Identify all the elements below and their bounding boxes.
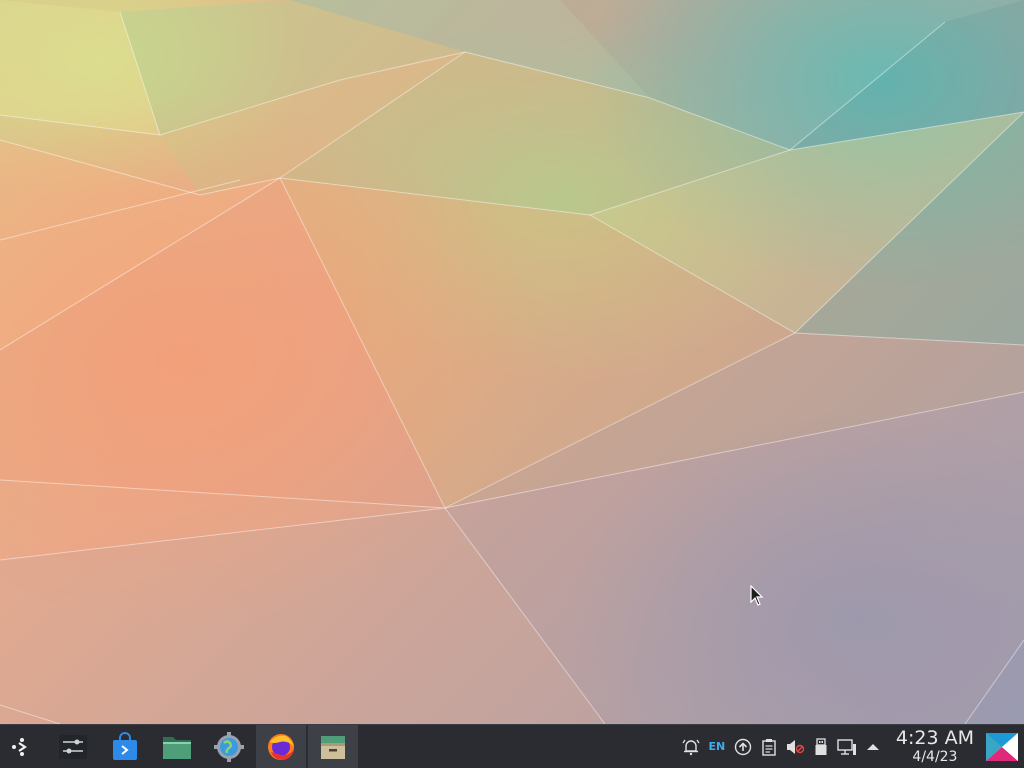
firefox-icon [268,733,294,760]
language-indicator[interactable]: EN [704,734,730,760]
digital-clock[interactable]: 4:23 AM 4/4/23 [895,727,974,765]
network-button[interactable] [834,734,860,760]
desktop-wallpaper[interactable] [0,0,1024,724]
language-label: EN [708,740,726,753]
show-desktop-button[interactable] [984,729,1020,765]
task-web-settings[interactable] [204,725,254,768]
archive-box-icon [321,735,345,759]
notifications-button[interactable] [678,734,704,760]
network-icon [837,738,856,755]
application-launcher-button[interactable] [0,725,44,768]
clock-time: 4:23 AM [895,727,974,749]
store-bag-icon [113,731,137,760]
update-button[interactable] [730,734,756,760]
task-ark-archiver[interactable] [308,725,358,768]
task-dolphin[interactable] [152,725,202,768]
usb-device-icon [815,737,827,755]
clipboard-button[interactable] [756,734,782,760]
task-firefox[interactable] [256,725,306,768]
clipboard-icon [762,738,776,756]
volume-button[interactable] [782,734,808,760]
task-system-settings[interactable] [48,725,98,768]
system-tray: EN 4:23 AM 4/4/23 [678,725,1024,768]
tray-expand-button[interactable] [860,734,886,760]
notifications-icon [682,739,700,755]
clock-date: 4/4/23 [912,749,958,765]
volume-muted-icon [786,739,805,754]
expand-arrow-icon [866,743,879,750]
sliders-icon [59,734,87,759]
wallpaper-facets [0,0,1024,724]
usb-device-button[interactable] [808,734,834,760]
folder-icon [163,736,191,759]
taskbar: EN 4:23 AM 4/4/23 [0,724,1024,768]
update-icon [734,738,752,755]
task-discover[interactable] [100,725,150,768]
gear-globe-icon [214,731,244,762]
application-launcher-icon [12,737,27,756]
mouse-cursor-icon [750,585,764,606]
